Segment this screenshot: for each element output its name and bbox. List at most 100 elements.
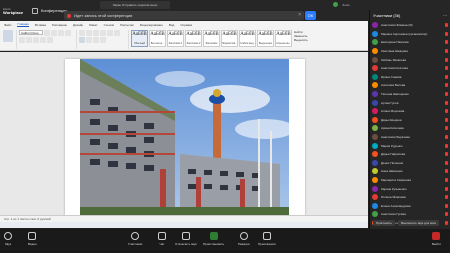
muted-mic-icon <box>445 195 448 200</box>
participant-row[interactable]: Карина Кузьменко <box>372 184 448 193</box>
style-heading-1[interactable]: АаБбВ Заголовок 1 <box>167 30 184 47</box>
tab-design[interactable]: Дизайн <box>73 23 83 27</box>
paste-icon[interactable] <box>3 30 13 42</box>
video-button[interactable]: Видео <box>28 232 37 246</box>
invite-button[interactable]: Пригласить <box>373 220 396 226</box>
mute-audio-button[interactable]: Отключить звук <box>175 232 197 246</box>
participant-row[interactable]: Алина Морозова <box>372 107 448 116</box>
connection-icon <box>333 2 339 7</box>
participant-row[interactable]: Екатерина Павлова <box>372 38 448 47</box>
tab-layout[interactable]: Макет <box>89 23 98 27</box>
multilevel-list-icon[interactable] <box>93 30 99 36</box>
participant-name: Мария Руденко <box>381 143 403 148</box>
close-icon[interactable]: × <box>298 12 301 18</box>
participant-row[interactable]: Светлана Шевцова <box>372 47 448 56</box>
style-name: Выделение <box>258 42 273 45</box>
participant-row[interactable]: Ирина Сомова <box>372 73 448 82</box>
participant-name: Маргарита Смирнова <box>381 177 411 182</box>
editing-group: Найти Заменить Выделить <box>294 30 314 49</box>
participant-row[interactable]: Анастасия Фомина (Я) <box>372 21 448 30</box>
participant-name: Екатерина Павлова <box>381 40 409 45</box>
style-title[interactable]: АаБбВ Заголовок <box>203 30 220 47</box>
increase-indent-icon[interactable] <box>107 30 113 36</box>
style-emphasis[interactable]: АаБбВ Выделение <box>257 30 274 47</box>
participant-row[interactable]: Анастасия Гусева <box>372 210 448 219</box>
style-sample: АаБбВ <box>132 32 147 37</box>
tab-file[interactable]: Файл <box>4 23 11 27</box>
style-heading-2[interactable]: АаБбВ Заголовок 2 <box>185 30 202 47</box>
underline-icon[interactable] <box>26 37 32 43</box>
tab-review[interactable]: Рецензирование <box>140 23 163 27</box>
home-icon[interactable] <box>32 7 38 14</box>
leave-button[interactable]: Выйти <box>432 232 441 246</box>
participant-row[interactable]: Денис Полюнов <box>372 159 448 168</box>
apps-button[interactable]: Приложения <box>258 232 276 246</box>
participant-row[interactable]: Артём Гулов <box>372 98 448 107</box>
tab-references[interactable]: Ссылки <box>104 23 115 27</box>
font-name-select[interactable]: Calibri (Осно <box>19 30 43 35</box>
grow-font-icon[interactable] <box>51 30 57 36</box>
scroll-strip <box>0 222 368 228</box>
participant-row[interactable]: Марина Сергеевна (организатор) <box>372 30 448 39</box>
muted-mic-icon <box>445 169 448 174</box>
participant-row[interactable]: Анна Шевченко <box>372 167 448 176</box>
participant-row[interactable]: Дарья Гаврилова <box>372 150 448 159</box>
participant-row[interactable]: Анастасия Берёзова <box>372 133 448 142</box>
microphone-icon <box>4 232 12 240</box>
tab-insert[interactable]: Вставка <box>35 23 46 27</box>
italic-icon[interactable] <box>19 37 25 43</box>
share-button[interactable]: Приостановить <box>203 232 224 246</box>
font-size-select[interactable] <box>44 30 50 36</box>
document-page[interactable] <box>65 59 305 215</box>
participant-row[interactable]: Татьяна Шапоренко <box>372 90 448 99</box>
style-sample: АаБбВ <box>222 32 237 37</box>
align-left-icon[interactable] <box>79 37 85 43</box>
bold-icon[interactable] <box>65 30 71 36</box>
mute-all-button[interactable]: Выключить звук для всех <box>398 220 440 226</box>
participant-row[interactable]: Анастасия Козлова <box>372 64 448 73</box>
tab-mailings[interactable]: Рассылки <box>120 23 133 27</box>
participant-row[interactable]: Полина Яковлева <box>372 193 448 202</box>
participant-row[interactable]: Любовь Яковлева <box>372 55 448 64</box>
ok-button[interactable]: OK <box>305 11 316 20</box>
highlight-icon[interactable] <box>40 37 46 43</box>
style-name: Заголовок 2 <box>186 42 201 45</box>
align-center-icon[interactable] <box>86 37 92 43</box>
participant-row[interactable]: Маргарита Смирнова <box>372 176 448 185</box>
participant-row[interactable]: Елена Александрова <box>372 201 448 210</box>
style-intense-emphasis[interactable]: АаБбВ Сильное вы... <box>275 30 292 47</box>
participants-button[interactable]: Участники <box>128 232 142 246</box>
document-area[interactable] <box>0 52 368 215</box>
style-subtle-emphasis[interactable]: АаБбВ Слабое выд... <box>239 30 256 47</box>
participant-row[interactable]: Арина Киселева <box>372 124 448 133</box>
muted-mic-icon <box>445 203 448 208</box>
justify-icon[interactable] <box>100 37 106 43</box>
style-normal[interactable]: АаБбВ Обычный <box>131 30 148 47</box>
style-subtitle[interactable]: АаБбВ Подзаголов... <box>221 30 238 47</box>
participants-icon <box>131 232 140 240</box>
sort-icon[interactable] <box>114 30 120 36</box>
participant-row[interactable]: Мария Руденко <box>372 141 448 150</box>
tab-help[interactable]: Справка <box>180 23 192 27</box>
chat-button[interactable]: Чат <box>158 232 166 246</box>
select-button[interactable]: Выделить <box>294 38 314 42</box>
tab-draw[interactable]: Рисование <box>52 23 67 27</box>
tab-conference[interactable]: Конференция <box>41 8 67 13</box>
shrink-font-icon[interactable] <box>58 30 64 36</box>
numbering-icon[interactable] <box>86 30 92 36</box>
more-icon[interactable]: ⋯ <box>443 13 447 18</box>
align-right-icon[interactable] <box>93 37 99 43</box>
strikethrough-icon[interactable] <box>33 37 39 43</box>
style-no-spacing[interactable]: АаБбВ Без интер... <box>149 30 166 47</box>
tab-view[interactable]: Вид <box>169 23 174 27</box>
reactions-button[interactable]: Реакции <box>238 232 250 246</box>
participant-row[interactable]: Ангелина Белова <box>372 81 448 90</box>
bullets-icon[interactable] <box>79 30 85 36</box>
decrease-indent-icon[interactable] <box>100 30 106 36</box>
tab-home[interactable]: Главная <box>17 22 29 27</box>
style-name: Обычный <box>133 42 146 45</box>
style-sample: АаБбВ <box>276 32 291 37</box>
font-color-icon[interactable] <box>47 37 53 43</box>
participant-row[interactable]: Дарья Шедина <box>372 116 448 125</box>
audio-button[interactable]: Звук <box>4 232 12 246</box>
